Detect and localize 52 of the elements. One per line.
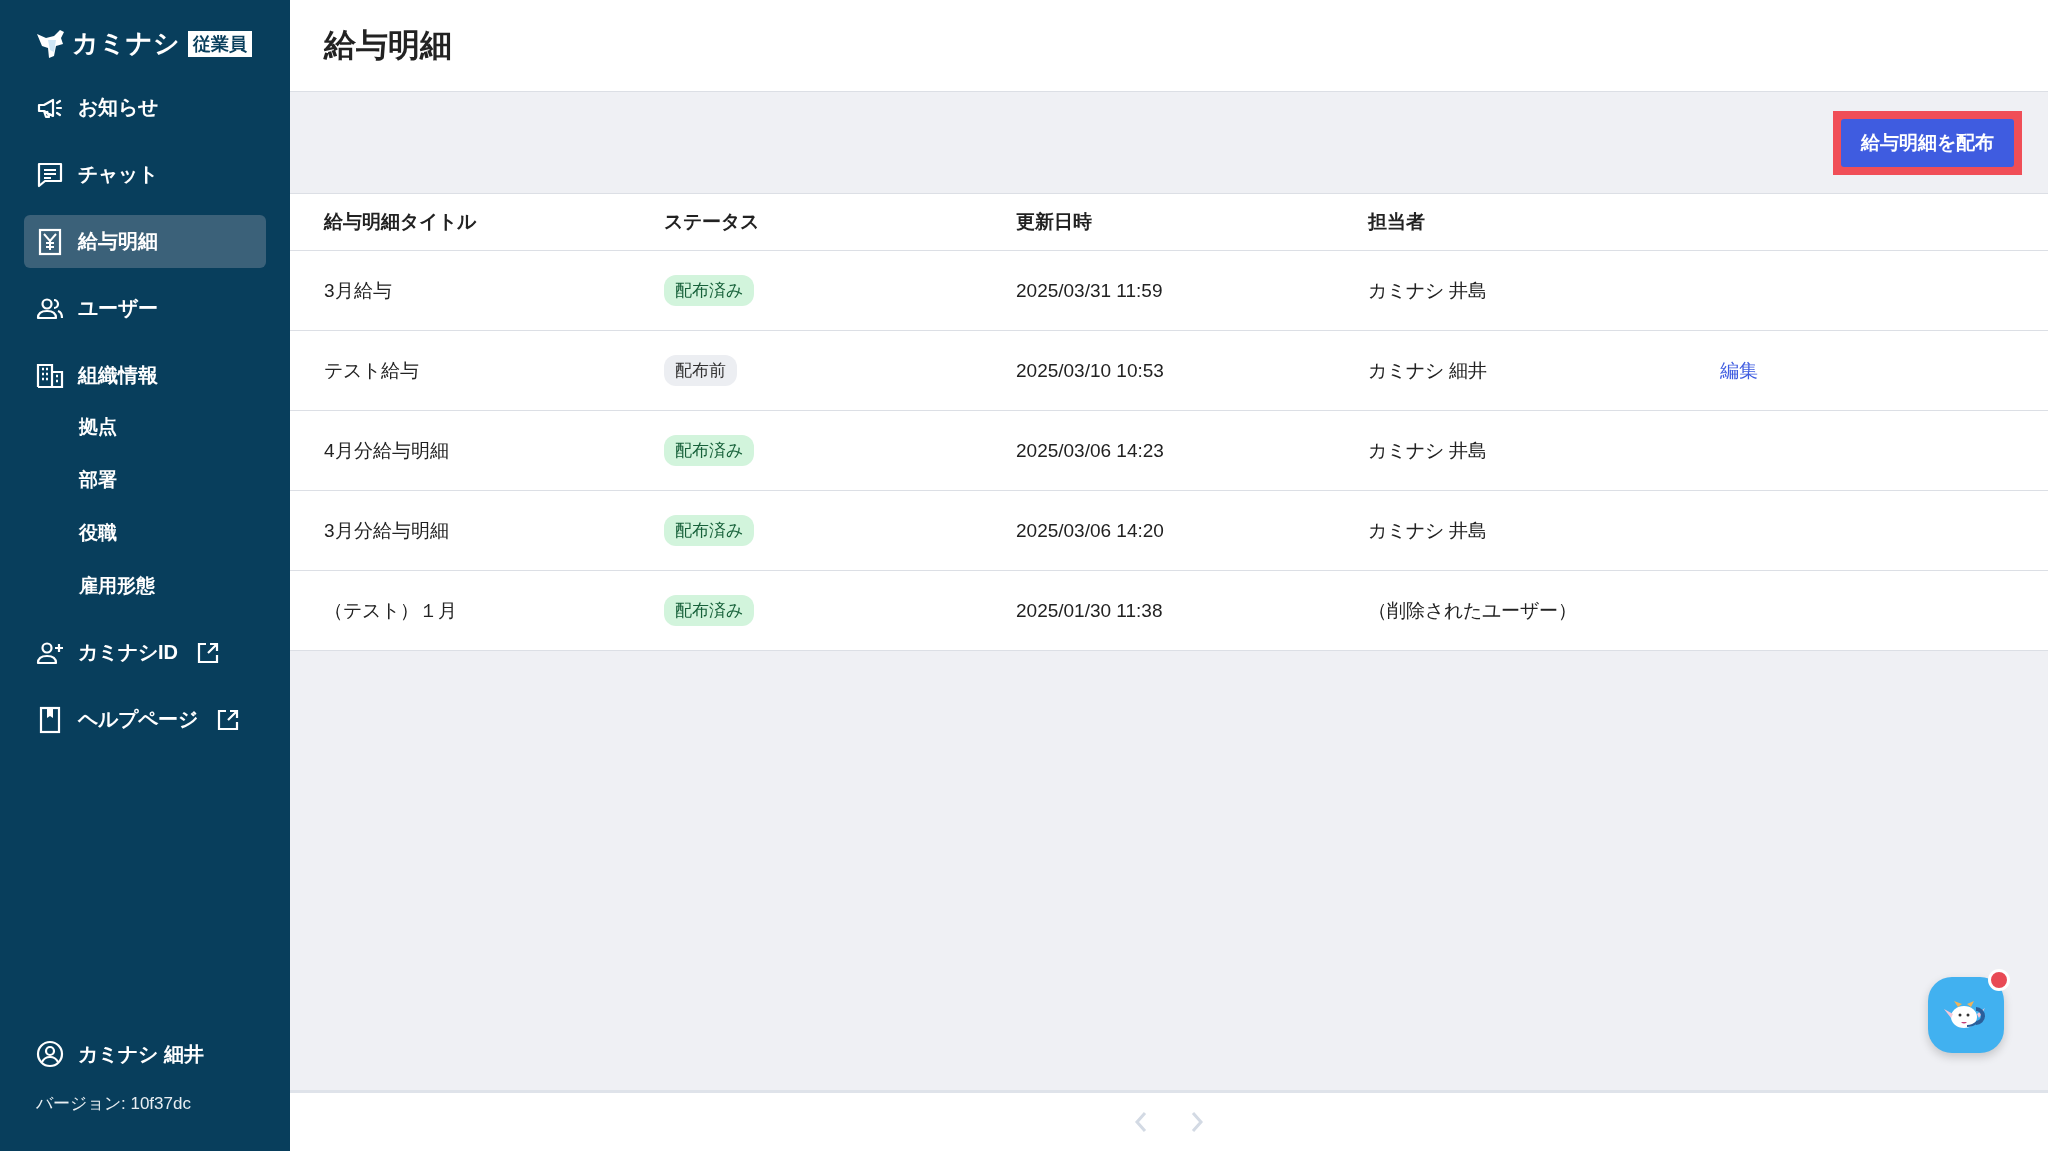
sidebar-item[interactable]: 組織情報 bbox=[24, 349, 266, 402]
owner-cell-text: カミナシ 井島 bbox=[1368, 438, 1489, 463]
sidebar-item[interactable]: チャット bbox=[24, 148, 266, 201]
sidebar-item[interactable]: お知らせ bbox=[24, 81, 266, 134]
version-text: バージョン: 10f37dc bbox=[35, 1093, 192, 1115]
table-row[interactable]: 4月分給与明細 配布済み 2025/03/06 14:23 カミナシ 井島 bbox=[290, 411, 2048, 491]
owner-cell-text: カミナシ 井島 bbox=[1368, 518, 1489, 543]
sidebar-subitem[interactable]: 役職 bbox=[24, 506, 266, 559]
sidebar-subitem[interactable]: 雇用形態 bbox=[24, 559, 266, 612]
date-cell-text: 2025/03/06 14:20 bbox=[1016, 519, 1165, 542]
sidebar-item[interactable]: 給与明細 bbox=[24, 215, 266, 268]
column-header: 担当者 bbox=[1368, 210, 1426, 234]
date-cell-text: 2025/03/06 14:23 bbox=[1016, 439, 1165, 462]
table-row[interactable]: 3月分給与明細 配布済み 2025/03/06 14:20 カミナシ 井島 bbox=[290, 491, 2048, 571]
status-badge: 配布済み bbox=[664, 515, 754, 546]
sidebar-subitem[interactable]: 拠点 bbox=[24, 400, 266, 453]
owner-cell-text: カミナシ 細井 bbox=[1368, 358, 1489, 383]
support-chat-button[interactable] bbox=[1928, 977, 2004, 1053]
sidebar-item[interactable]: ヘルプページ bbox=[24, 693, 266, 746]
status-badge: 配布済み bbox=[664, 275, 754, 306]
status-badge: 配布済み bbox=[664, 435, 754, 466]
column-header: ステータス bbox=[664, 210, 760, 234]
title-cell-text: 4月分給与明細 bbox=[324, 438, 450, 463]
title-cell-text: テスト給与 bbox=[324, 358, 420, 383]
table-row[interactable]: テスト給与 配布前 2025/03/10 10:53 カミナシ 細井 編集 bbox=[290, 331, 2048, 411]
building-icon bbox=[36, 361, 64, 390]
table-row[interactable]: （テスト）１月 配布済み 2025/01/30 11:38 （削除されたユーザー） bbox=[290, 571, 2048, 651]
column-header: 給与明細タイトル bbox=[324, 210, 477, 234]
logo-badge: 従業員 bbox=[188, 30, 252, 57]
column-header: 更新日時 bbox=[1016, 210, 1093, 234]
sidebar-item[interactable]: カミナシID bbox=[24, 626, 266, 679]
sidebar-subitem[interactable]: 部署 bbox=[24, 453, 266, 506]
page-title: 給与明細 bbox=[324, 25, 452, 65]
title-cell-text: 3月給与 bbox=[324, 278, 393, 303]
owner-cell-text: （削除されたユーザー） bbox=[1368, 598, 1578, 623]
title-cell-text: 3月分給与明細 bbox=[324, 518, 450, 543]
owner-cell-text: カミナシ 井島 bbox=[1368, 278, 1489, 303]
chat-icon bbox=[36, 160, 64, 189]
table-row[interactable]: 3月給与 配布済み 2025/03/31 11:59 カミナシ 井島 bbox=[290, 251, 2048, 331]
status-badge: 配布済み bbox=[664, 595, 754, 626]
user-avatar-icon bbox=[36, 1040, 64, 1068]
sidebar-item[interactable]: ユーザー bbox=[24, 282, 266, 335]
distribute-button[interactable]: 給与明細を配布 bbox=[1841, 118, 2014, 167]
payslip-icon bbox=[36, 227, 64, 256]
user-name[interactable]: カミナシ 細井 bbox=[78, 1040, 204, 1068]
logo-text: カミナシ bbox=[72, 27, 180, 60]
date-cell-text: 2025/03/10 10:53 bbox=[1016, 359, 1165, 382]
date-cell-text: 2025/01/30 11:38 bbox=[1016, 599, 1164, 622]
title-cell-text: （テスト）１月 bbox=[324, 598, 458, 623]
status-badge: 配布前 bbox=[664, 355, 737, 386]
edit-link[interactable]: 編集 bbox=[1720, 359, 1758, 381]
date-cell-text: 2025/03/31 11:59 bbox=[1016, 279, 1164, 302]
